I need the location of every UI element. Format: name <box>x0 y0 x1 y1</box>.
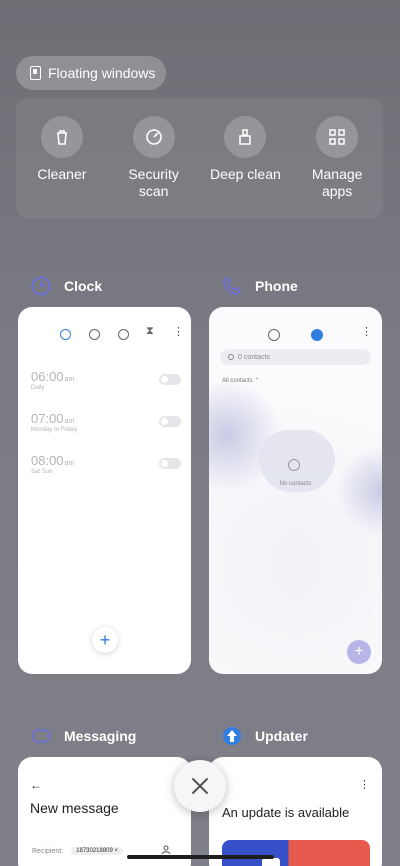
clock-app-title: Clock <box>64 278 103 294</box>
recipient-label: Recipient: <box>32 847 64 855</box>
alarm-ampm: am <box>64 418 75 425</box>
close-icon <box>192 778 208 794</box>
alarm-toggle[interactable] <box>159 458 181 469</box>
messaging-app-title: Messaging <box>64 728 137 744</box>
messaging-app-header: Messaging <box>30 725 136 747</box>
alarm-icon[interactable] <box>60 329 71 340</box>
alarm-item[interactable]: 07:00am Monday to Friday <box>31 411 181 433</box>
alarm-time: 08:00 <box>31 453 64 468</box>
grid-icon <box>316 116 359 158</box>
alarm-item[interactable]: 08:00am Sat Sun <box>31 453 181 475</box>
world-clock-icon[interactable] <box>89 329 100 340</box>
close-all-button[interactable] <box>174 760 226 812</box>
phone-app-header: Phone <box>221 275 298 297</box>
tool-security-scan[interactable]: Security scan <box>111 116 197 218</box>
trash-icon <box>40 116 83 158</box>
clock-tabs <box>60 325 184 340</box>
messaging-app-icon <box>30 725 52 747</box>
home-indicator[interactable] <box>127 855 274 859</box>
more-icon[interactable]: ⋮ <box>361 325 372 338</box>
person-icon <box>288 459 300 471</box>
updater-app-header: Updater <box>221 725 308 747</box>
floating-windows-button[interactable]: Floating windows <box>16 56 166 90</box>
updater-app-card[interactable]: ⋮ An update is available <box>209 757 382 866</box>
update-available-title: An update is available <box>222 805 350 820</box>
alarm-time: 07:00 <box>31 411 64 426</box>
alarm-ampm: am <box>64 376 75 383</box>
timer-icon[interactable] <box>146 325 155 340</box>
phone-app-icon <box>221 275 243 297</box>
tool-label: Manage apps <box>311 166 363 199</box>
tool-cleaner[interactable]: Cleaner <box>19 116 105 218</box>
back-arrow-icon[interactable]: ← <box>30 778 42 792</box>
no-contacts-label: No contacts <box>279 481 312 487</box>
clock-app-icon <box>30 275 52 297</box>
contacts-filter-label: All contacts <box>222 378 253 384</box>
clock-app-card[interactable]: 06:00am Daily 07:00am Monday to Friday 0… <box>18 307 191 674</box>
alarm-toggle[interactable] <box>159 374 181 385</box>
alarm-item[interactable]: 06:00am Daily <box>31 369 181 391</box>
add-contact-button[interactable]: + <box>347 640 371 664</box>
tool-label: Deep clean <box>209 166 281 182</box>
more-icon[interactable]: ⋮ <box>359 778 370 791</box>
updater-app-title: Updater <box>255 728 308 744</box>
floating-window-icon <box>30 66 41 80</box>
add-alarm-button[interactable]: + <box>92 627 118 653</box>
contacts-icon[interactable] <box>311 329 323 341</box>
call-log-icon[interactable] <box>268 329 280 341</box>
alarm-toggle[interactable] <box>159 416 181 427</box>
tool-manage-apps[interactable]: Manage apps <box>294 116 380 218</box>
stopwatch-icon[interactable] <box>118 329 129 340</box>
recipient-number: 18730218809 <box>76 848 113 854</box>
alarm-repeat: Monday to Friday <box>31 427 78 433</box>
quick-tools-panel: Cleaner Security scan Deep clean Manage … <box>16 98 383 218</box>
search-placeholder: 0 contacts <box>238 353 270 361</box>
update-banner-image <box>222 840 370 866</box>
contacts-filter[interactable]: All contacts ⌃ <box>222 377 259 384</box>
alarm-time: 06:00 <box>31 369 64 384</box>
phone-app-card[interactable]: ⋮ 0 contacts All contacts ⌃ No contacts … <box>209 307 382 674</box>
search-icon <box>228 354 234 360</box>
clock-app-header: Clock <box>30 275 102 297</box>
contacts-search-input[interactable]: 0 contacts <box>220 349 371 365</box>
alarm-ampm: am <box>64 460 75 467</box>
alarm-repeat: Daily <box>31 385 45 391</box>
more-icon[interactable] <box>173 325 184 340</box>
tool-deep-clean[interactable]: Deep clean <box>202 116 288 218</box>
tool-label: Security scan <box>128 166 179 199</box>
new-message-title: New message <box>30 800 119 816</box>
floating-windows-label: Floating windows <box>48 65 156 81</box>
broom-icon <box>224 116 267 158</box>
phone-app-title: Phone <box>255 278 298 294</box>
shield-scan-icon <box>132 116 175 158</box>
recipient-chip[interactable]: 18730218809 × <box>71 847 124 855</box>
tool-label: Cleaner <box>37 166 87 182</box>
updater-app-icon <box>221 725 243 747</box>
alarm-repeat: Sat Sun <box>31 469 53 475</box>
messaging-app-card[interactable]: ← New message Recipient: 18730218809 × <box>18 757 191 866</box>
